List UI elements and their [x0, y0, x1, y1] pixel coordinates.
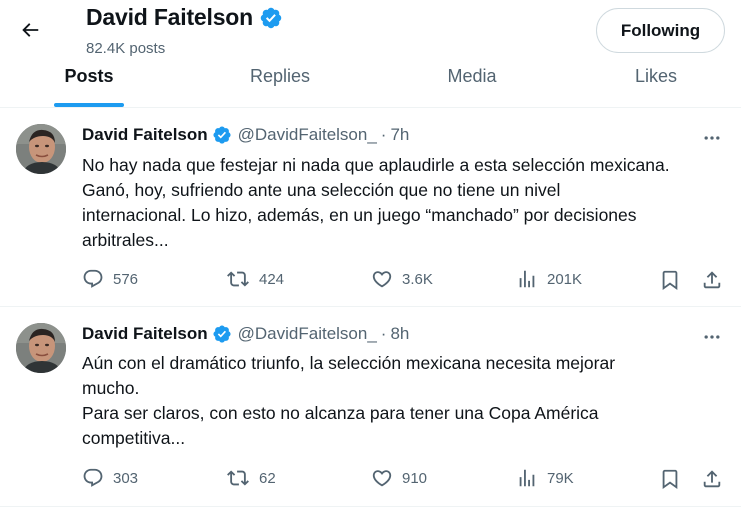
back-button[interactable] [12, 12, 48, 48]
tweet-header: David Faitelson @DavidFaitelson_ · 8h [82, 324, 409, 344]
avatar[interactable] [16, 323, 66, 373]
tweet-text: Aún con el dramático triunfo, la selecci… [82, 353, 616, 448]
bookmark-icon [662, 270, 678, 291]
author-handle[interactable]: @DavidFaitelson_ [238, 125, 377, 145]
repost-count: 424 [259, 270, 285, 288]
active-tab-indicator [54, 103, 124, 107]
repost-count: 62 [259, 469, 276, 487]
more-options-button[interactable] [698, 126, 726, 150]
tab-label: Posts [64, 66, 114, 86]
profile-name-row: David Faitelson [86, 4, 283, 31]
reply-count: 576 [113, 270, 139, 288]
separator-dot: · [380, 125, 387, 144]
author-handle[interactable]: @DavidFaitelson_ [238, 324, 377, 344]
profile-name: David Faitelson [86, 4, 253, 30]
tweet-header: David Faitelson @DavidFaitelson_ · 7h [82, 125, 409, 145]
tab-replies[interactable]: Replies [230, 62, 330, 108]
heart-icon [372, 470, 392, 487]
bookmark-button[interactable] [658, 268, 682, 292]
reply-button[interactable]: 303 [82, 467, 138, 489]
reply-icon [83, 468, 103, 487]
separator-dot: · [380, 324, 387, 343]
post-count: 82.4K posts [86, 40, 166, 57]
verified-badge-icon [212, 125, 232, 145]
tab-label: Replies [249, 66, 311, 86]
views-count: 201K [547, 270, 583, 288]
share-button[interactable] [700, 268, 724, 292]
tweet-text: No hay nada que festejar ni nada que apl… [82, 155, 670, 250]
author-name[interactable]: David Faitelson [82, 125, 208, 145]
views-count: 79K [547, 469, 574, 487]
repost-icon [227, 271, 249, 287]
heart-icon [372, 271, 392, 288]
views-icon [519, 469, 535, 487]
profile-header: David Faitelson 82.4K posts Following Po… [0, 0, 741, 108]
tab-likes[interactable]: Likes [618, 62, 694, 108]
repost-button[interactable]: 62 [226, 467, 276, 489]
tab-label: Media [447, 66, 497, 86]
more-options-button[interactable] [698, 325, 726, 349]
views-icon [519, 270, 535, 288]
arrow-left-icon [22, 23, 39, 37]
reply-icon [83, 269, 103, 288]
like-count: 3.6K [402, 270, 433, 288]
views-button[interactable]: 201K [516, 268, 582, 290]
tweet[interactable]: David Faitelson @DavidFaitelson_ · 7h No… [0, 108, 741, 307]
tweet-time[interactable]: 7h [390, 125, 409, 145]
verified-badge-icon [212, 324, 232, 344]
repost-icon [227, 470, 249, 486]
bookmark-icon [662, 469, 678, 490]
share-button[interactable] [700, 467, 724, 491]
share-icon [703, 470, 721, 488]
like-button[interactable]: 3.6K [371, 268, 433, 290]
tweet[interactable]: David Faitelson @DavidFaitelson_ · 8h Aú… [0, 307, 741, 507]
like-button[interactable]: 910 [371, 467, 427, 489]
reply-button[interactable]: 576 [82, 268, 138, 290]
following-button[interactable]: Following [596, 8, 725, 53]
avatar[interactable] [16, 124, 66, 174]
bookmark-button[interactable] [658, 467, 682, 491]
author-name[interactable]: David Faitelson [82, 324, 208, 344]
share-icon [703, 271, 721, 289]
tab-label: Likes [634, 66, 678, 86]
tweet-time[interactable]: 8h [390, 324, 409, 344]
reply-count: 303 [113, 469, 139, 487]
more-horizontal-icon [704, 335, 720, 339]
verified-badge-icon [260, 7, 282, 28]
like-count: 910 [402, 469, 428, 487]
repost-button[interactable]: 424 [226, 268, 284, 290]
tab-posts[interactable]: Posts [54, 62, 124, 108]
views-button[interactable]: 79K [516, 467, 574, 489]
tab-media[interactable]: Media [428, 62, 516, 108]
more-horizontal-icon [704, 136, 720, 140]
